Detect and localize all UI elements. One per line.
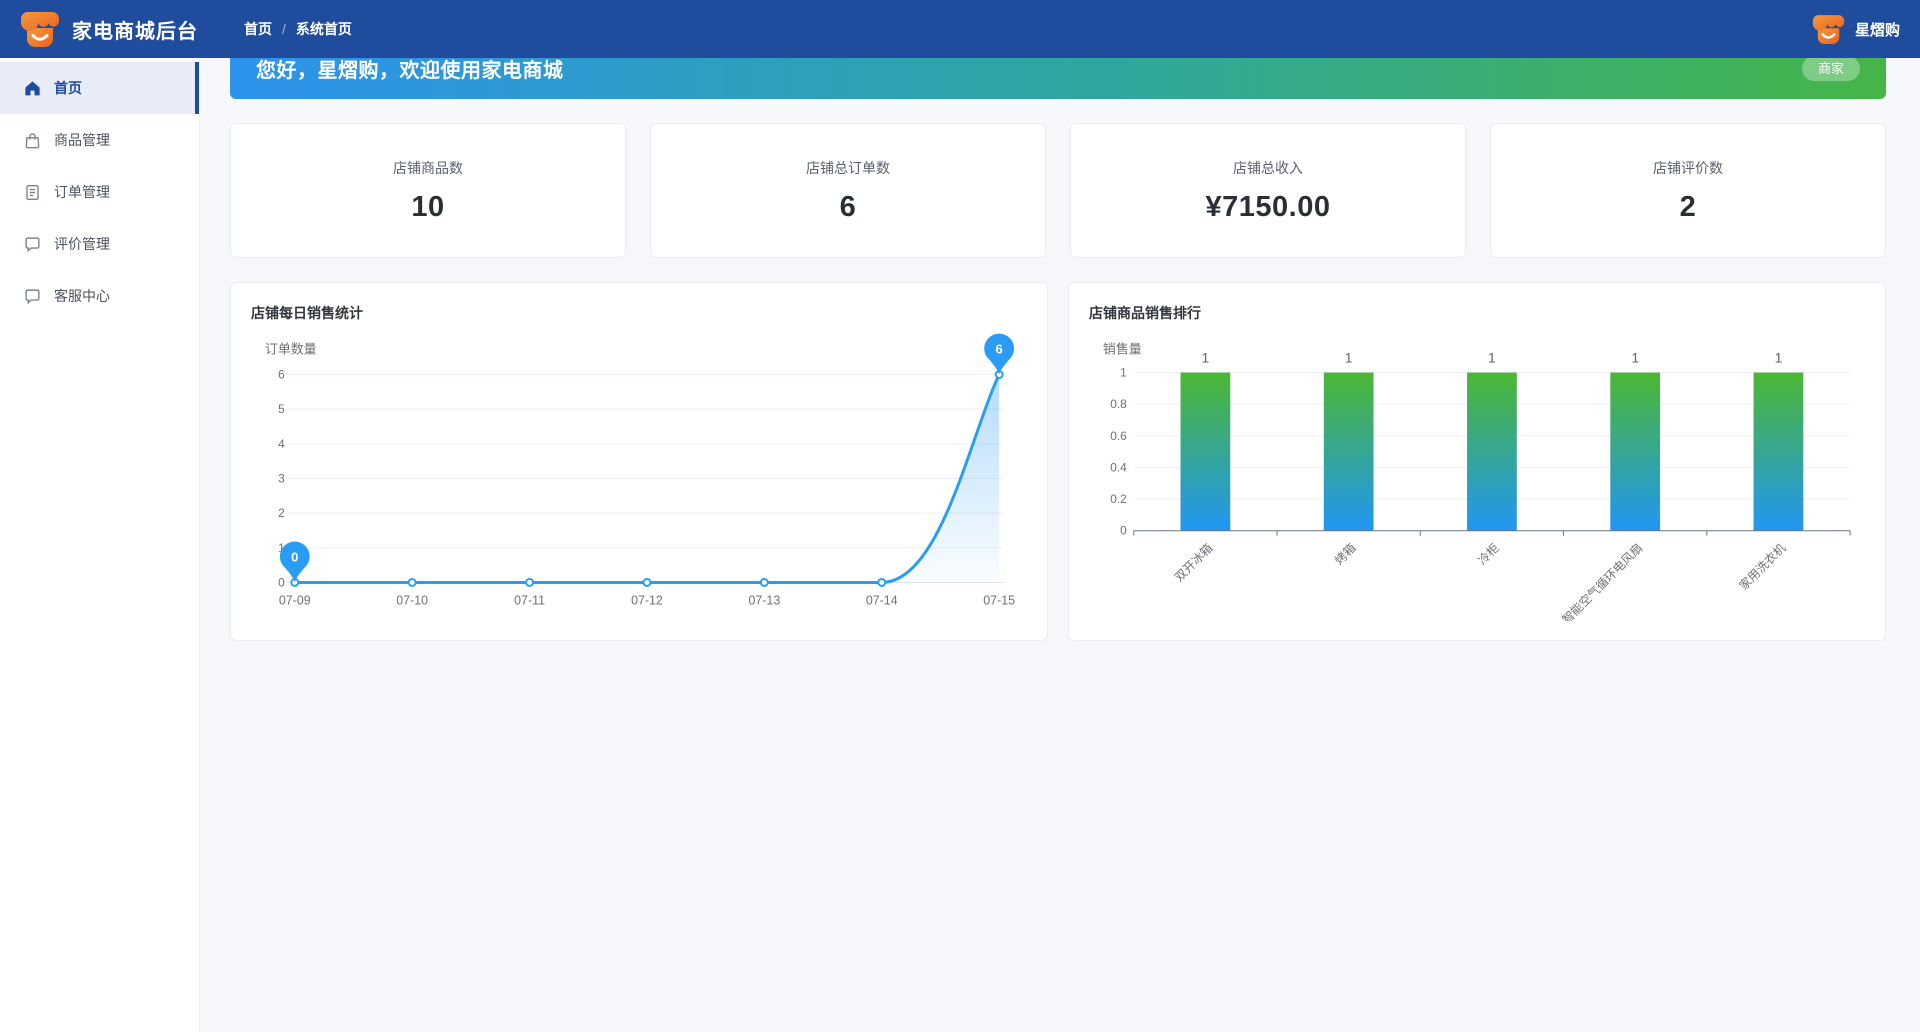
product-ranking-chart-card: 店铺商品销售排行 销售量 0 0.2 0.4 0.6 0.8 1 1 双开冰箱 1 烤箱 1 冷柜 1 智能… bbox=[1068, 282, 1886, 641]
svg-text:6: 6 bbox=[996, 342, 1003, 357]
sidebar-item-support[interactable]: 客服中心 bbox=[0, 270, 199, 322]
svg-text:双开冰箱: 双开冰箱 bbox=[1172, 541, 1216, 585]
svg-text:家用洗衣机: 家用洗衣机 bbox=[1736, 541, 1788, 593]
merchant-badge: 商家 bbox=[1801, 55, 1860, 81]
chart-title: 店铺每日销售统计 bbox=[251, 305, 363, 321]
svg-text:5: 5 bbox=[278, 402, 285, 416]
svg-text:0: 0 bbox=[1120, 524, 1127, 538]
user-avatar bbox=[1812, 14, 1845, 45]
sidebar-item-label: 客服中心 bbox=[54, 288, 110, 304]
svg-text:1: 1 bbox=[1202, 350, 1210, 366]
svg-text:0: 0 bbox=[278, 575, 285, 589]
svg-text:07-10: 07-10 bbox=[396, 593, 428, 607]
svg-text:0: 0 bbox=[291, 550, 298, 565]
svg-text:1: 1 bbox=[1120, 366, 1127, 380]
home-icon bbox=[24, 80, 41, 97]
stat-label: 店铺总收入 bbox=[1233, 159, 1303, 176]
document-icon bbox=[24, 184, 41, 201]
svg-text:0.6: 0.6 bbox=[1110, 429, 1127, 443]
svg-text:烤箱: 烤箱 bbox=[1332, 541, 1359, 568]
svg-text:07-11: 07-11 bbox=[514, 593, 545, 607]
svg-text:1: 1 bbox=[1631, 350, 1639, 366]
sidebar-item-reviews[interactable]: 评价管理 bbox=[0, 218, 199, 270]
bar-chart-svg: 销售量 0 0.2 0.4 0.6 0.8 1 1 双开冰箱 1 烤箱 1 冷柜 1 智能空气循环电风扇 1 家… bbox=[1103, 342, 1851, 621]
svg-text:07-13: 07-13 bbox=[748, 593, 780, 607]
stat-label: 店铺总订单数 bbox=[806, 159, 890, 176]
stat-value: 6 bbox=[839, 190, 857, 223]
svg-text:0.8: 0.8 bbox=[1110, 397, 1127, 411]
sidebar-item-products[interactable]: 商品管理 bbox=[0, 114, 199, 166]
stat-card-product-count: 店铺商品数 10 bbox=[230, 123, 626, 258]
chart-title: 店铺商品销售排行 bbox=[1089, 305, 1201, 321]
user-menu[interactable]: 星熠购 bbox=[1812, 14, 1900, 45]
svg-text:07-12: 07-12 bbox=[631, 593, 663, 607]
stats-row: 店铺商品数 10 店铺总订单数 6 店铺总收入 ¥7150.00 店铺评价数 2 bbox=[230, 123, 1886, 258]
svg-text:0.2: 0.2 bbox=[1110, 492, 1127, 506]
sidebar: 首页 商品管理 订单管理 评价管理 客服中心 bbox=[0, 58, 200, 1032]
svg-text:智能空气循环电风扇: 智能空气循环电风扇 bbox=[1559, 541, 1645, 621]
svg-text:1: 1 bbox=[1345, 350, 1353, 366]
svg-text:订单数量: 订单数量 bbox=[265, 342, 317, 357]
stat-card-review-count: 店铺评价数 2 bbox=[1490, 123, 1886, 258]
stat-label: 店铺商品数 bbox=[393, 159, 463, 176]
sidebar-item-home[interactable]: 首页 bbox=[0, 62, 199, 114]
svg-text:07-09: 07-09 bbox=[279, 593, 311, 607]
top-navbar: 家电商城后台 首页 / 系统首页 星熠购 bbox=[0, 0, 1920, 58]
storefront-logo-icon bbox=[20, 11, 60, 48]
daily-sales-chart-card: 店铺每日销售统计 订单数量 0 1 2 3 4 5 6 07-09 07-10 07-11 07-12… bbox=[230, 282, 1048, 641]
stat-card-revenue: 店铺总收入 ¥7150.00 bbox=[1070, 123, 1466, 258]
app-title: 家电商城后台 bbox=[72, 20, 198, 43]
svg-text:3: 3 bbox=[278, 471, 285, 485]
sidebar-item-label: 评价管理 bbox=[54, 236, 110, 252]
line-chart-svg: 订单数量012345607-09 07-10 07-11 07-12 07-13 07-1… bbox=[265, 333, 1015, 607]
stat-value: 10 bbox=[411, 190, 445, 223]
charts-row: 店铺每日销售统计 订单数量 0 1 2 3 4 5 6 07-09 07-10 07-11 07-12… bbox=[230, 282, 1886, 641]
stat-value: ¥7150.00 bbox=[1205, 190, 1331, 223]
svg-text:4: 4 bbox=[278, 437, 285, 451]
svg-text:1: 1 bbox=[1488, 350, 1496, 366]
breadcrumb-current[interactable]: 系统首页 bbox=[296, 19, 352, 39]
breadcrumb-separator: / bbox=[282, 21, 286, 37]
chat-icon bbox=[24, 288, 41, 305]
breadcrumb-home[interactable]: 首页 bbox=[244, 19, 272, 39]
brand: 家电商城后台 bbox=[20, 11, 198, 48]
svg-text:0.4: 0.4 bbox=[1110, 460, 1127, 474]
svg-text:07-14: 07-14 bbox=[866, 593, 898, 607]
svg-text:冷柜: 冷柜 bbox=[1475, 541, 1502, 568]
sidebar-item-label: 首页 bbox=[54, 80, 82, 96]
bag-icon bbox=[24, 132, 41, 149]
svg-text:07-15: 07-15 bbox=[983, 593, 1015, 607]
stat-card-order-count: 店铺总订单数 6 bbox=[650, 123, 1046, 258]
comment-icon bbox=[24, 236, 41, 253]
username: 星熠购 bbox=[1854, 21, 1900, 39]
svg-text:2: 2 bbox=[278, 506, 285, 520]
stat-label: 店铺评价数 bbox=[1653, 159, 1723, 176]
sidebar-item-label: 商品管理 bbox=[54, 132, 110, 148]
svg-text:6: 6 bbox=[278, 367, 285, 381]
breadcrumb: 首页 / 系统首页 bbox=[244, 19, 352, 39]
sidebar-item-orders[interactable]: 订单管理 bbox=[0, 166, 199, 218]
main-content: 您好，星熠购，欢迎使用家电商城 商家 店铺商品数 10 店铺总订单数 6 店铺总… bbox=[200, 0, 1920, 641]
sidebar-item-label: 订单管理 bbox=[54, 184, 110, 200]
stat-value: 2 bbox=[1679, 190, 1697, 223]
svg-text:销售量: 销售量 bbox=[1103, 342, 1142, 357]
svg-text:1: 1 bbox=[1775, 350, 1783, 366]
